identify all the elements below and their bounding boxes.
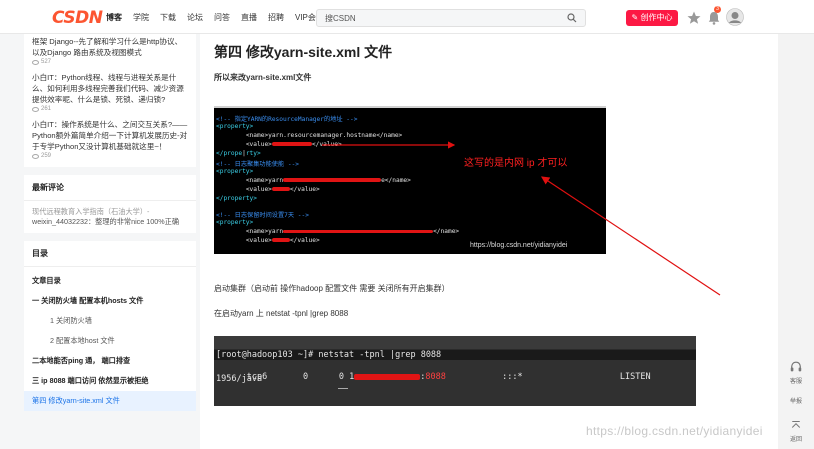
- netstat-port: 8088: [425, 372, 446, 382]
- comment-post-link[interactable]: 现代远程教育入学指南（石油大学）-: [32, 207, 149, 216]
- netstat-foreign: :::*: [502, 372, 523, 382]
- right-tool-rail: 客服 举报 返回: [778, 34, 814, 449]
- create-center-label: 创作中心: [640, 13, 673, 22]
- notification-badge: 3: [714, 6, 721, 13]
- related-post-title[interactable]: 小白IT：Python线程、线程与进程关系是什么、如何利用多线程完善我们代码、减…: [32, 72, 188, 105]
- netstat-send: 0: [338, 372, 344, 382]
- top-navbar: CSDN 博客 学院 下载 论坛 问答 直播 招聘 VIP会员 搜CSDN ✎ …: [0, 0, 814, 34]
- terminal-screenshot: [root@hadoop103 ~]# netstat -tpnl |grep …: [214, 336, 696, 406]
- view-count-value: 527: [41, 59, 52, 65]
- toc-list: 文章目录 一 关闭防火墙 配置本机hosts 文件 1 关闭防火墙 2 配置本地…: [24, 267, 196, 415]
- redaction-mark: [354, 373, 421, 380]
- start-cluster-text: 启动集群（启动前 操作hadoop 配置文件 需要 关闭所有开启集群）: [214, 284, 450, 293]
- view-count: 259: [32, 152, 188, 161]
- related-post[interactable]: 小白IT：Python线程、线程与进程关系是什么、如何利用多线程完善我们代码、减…: [24, 72, 196, 114]
- nav-item-blog[interactable]: 博客: [106, 12, 122, 23]
- eye-icon: [32, 60, 39, 65]
- toc-title: 目录: [24, 241, 196, 267]
- nav-item-academy[interactable]: 学院: [133, 12, 149, 23]
- view-count-value: 261: [41, 106, 52, 112]
- toc-item[interactable]: 一 关闭防火墙 配置本机hosts 文件: [32, 291, 188, 311]
- toc-item[interactable]: 2 配置本地host 文件: [32, 331, 188, 351]
- report-button[interactable]: 举报: [785, 396, 807, 405]
- back-to-top-icon[interactable]: [785, 420, 807, 432]
- comment-text: weixin_44032232：整理的非常nice 100%正确: [32, 217, 180, 226]
- related-post-title[interactable]: 框架 Django--先了解和学习什么是http协议、以及Django 路由系统…: [32, 36, 188, 58]
- main-nav: 博客 学院 下载 论坛 问答 直播 招聘 VIP会员: [106, 12, 324, 23]
- avatar[interactable]: [726, 8, 744, 26]
- terminal-output-line: tcp6 0 0 1:8088 :::* LISTEN: [246, 372, 651, 382]
- view-count: 527: [32, 58, 188, 67]
- nav-item-download[interactable]: 下载: [160, 12, 176, 23]
- view-count-value: 259: [41, 153, 52, 159]
- check-port-text: 在启动yarn 上 netstat -tpnl |grep 8088: [214, 309, 349, 318]
- headset-icon[interactable]: [785, 360, 807, 374]
- star-icon[interactable]: [686, 10, 702, 26]
- cursor-mark: [338, 388, 348, 389]
- related-posts-card: 框架 Django--先了解和学习什么是http协议、以及Django 路由系统…: [24, 34, 196, 167]
- bell-icon[interactable]: [706, 10, 722, 26]
- article-body: 第四 修改yarn-site.xml 文件 所以来改yarn-site.xml文…: [200, 34, 778, 449]
- eye-icon: [32, 107, 39, 112]
- left-sidebar: 框架 Django--先了解和学习什么是http协议、以及Django 路由系统…: [24, 34, 196, 449]
- terminal-prompt: [root@hadoop103 ~]# netstat -tpnl |grep …: [214, 350, 696, 360]
- back-to-top-label[interactable]: 返回: [785, 434, 807, 443]
- toc-item[interactable]: 三 ip 8088 端口访问 依然显示被拒绝: [32, 371, 188, 391]
- view-count: 261: [32, 105, 188, 114]
- search-box[interactable]: 搜CSDN: [316, 9, 586, 27]
- toc-item[interactable]: 文章目录: [32, 271, 188, 291]
- search-icon[interactable]: [567, 13, 577, 23]
- create-center-button[interactable]: ✎ 创作中心: [626, 10, 678, 26]
- latest-comments-card: 最新评论 现代远程教育入学指南（石油大学）- weixin_44032232：整…: [24, 175, 196, 233]
- page-watermark: https://blog.csdn.net/yidianyidei: [586, 424, 763, 438]
- terminal-pid: 1956/java: [216, 374, 263, 384]
- nav-item-jobs[interactable]: 招聘: [268, 12, 284, 23]
- related-post[interactable]: 小白IT：操作系统是什么、之间交互关系?——Python额外篇简单介绍一下计算机…: [24, 119, 196, 167]
- eye-icon: [32, 154, 39, 159]
- nav-item-qa[interactable]: 问答: [214, 12, 230, 23]
- latest-comments-title: 最新评论: [24, 175, 196, 201]
- toc-item-current[interactable]: 第四 修改yarn-site.xml 文件: [24, 391, 196, 411]
- related-post[interactable]: 框架 Django--先了解和学习什么是http协议、以及Django 路由系统…: [24, 36, 196, 67]
- toc-card: 目录 文章目录 一 关闭防火墙 配置本机hosts 文件 1 关闭防火墙 2 配…: [24, 241, 196, 411]
- search-input[interactable]: 搜CSDN: [325, 13, 356, 24]
- netstat-recv: 0: [303, 372, 309, 382]
- toc-item[interactable]: 1 关闭防火墙: [32, 311, 188, 331]
- nav-item-forum[interactable]: 论坛: [187, 12, 203, 23]
- csdn-logo[interactable]: CSDN: [52, 8, 103, 28]
- related-post-title[interactable]: 小白IT：操作系统是什么、之间交互关系?——Python额外篇简单介绍一下计算机…: [32, 119, 188, 152]
- terminal-header: [214, 336, 696, 350]
- netstat-state: LISTEN: [619, 372, 651, 382]
- toc-item[interactable]: 二本地能否ping 通， 端口排查: [32, 351, 188, 371]
- comment-item[interactable]: 现代远程教育入学指南（石油大学）- weixin_44032232：整理的非常n…: [24, 201, 196, 233]
- customer-service-label[interactable]: 客服: [785, 376, 807, 385]
- nav-item-live[interactable]: 直播: [241, 12, 257, 23]
